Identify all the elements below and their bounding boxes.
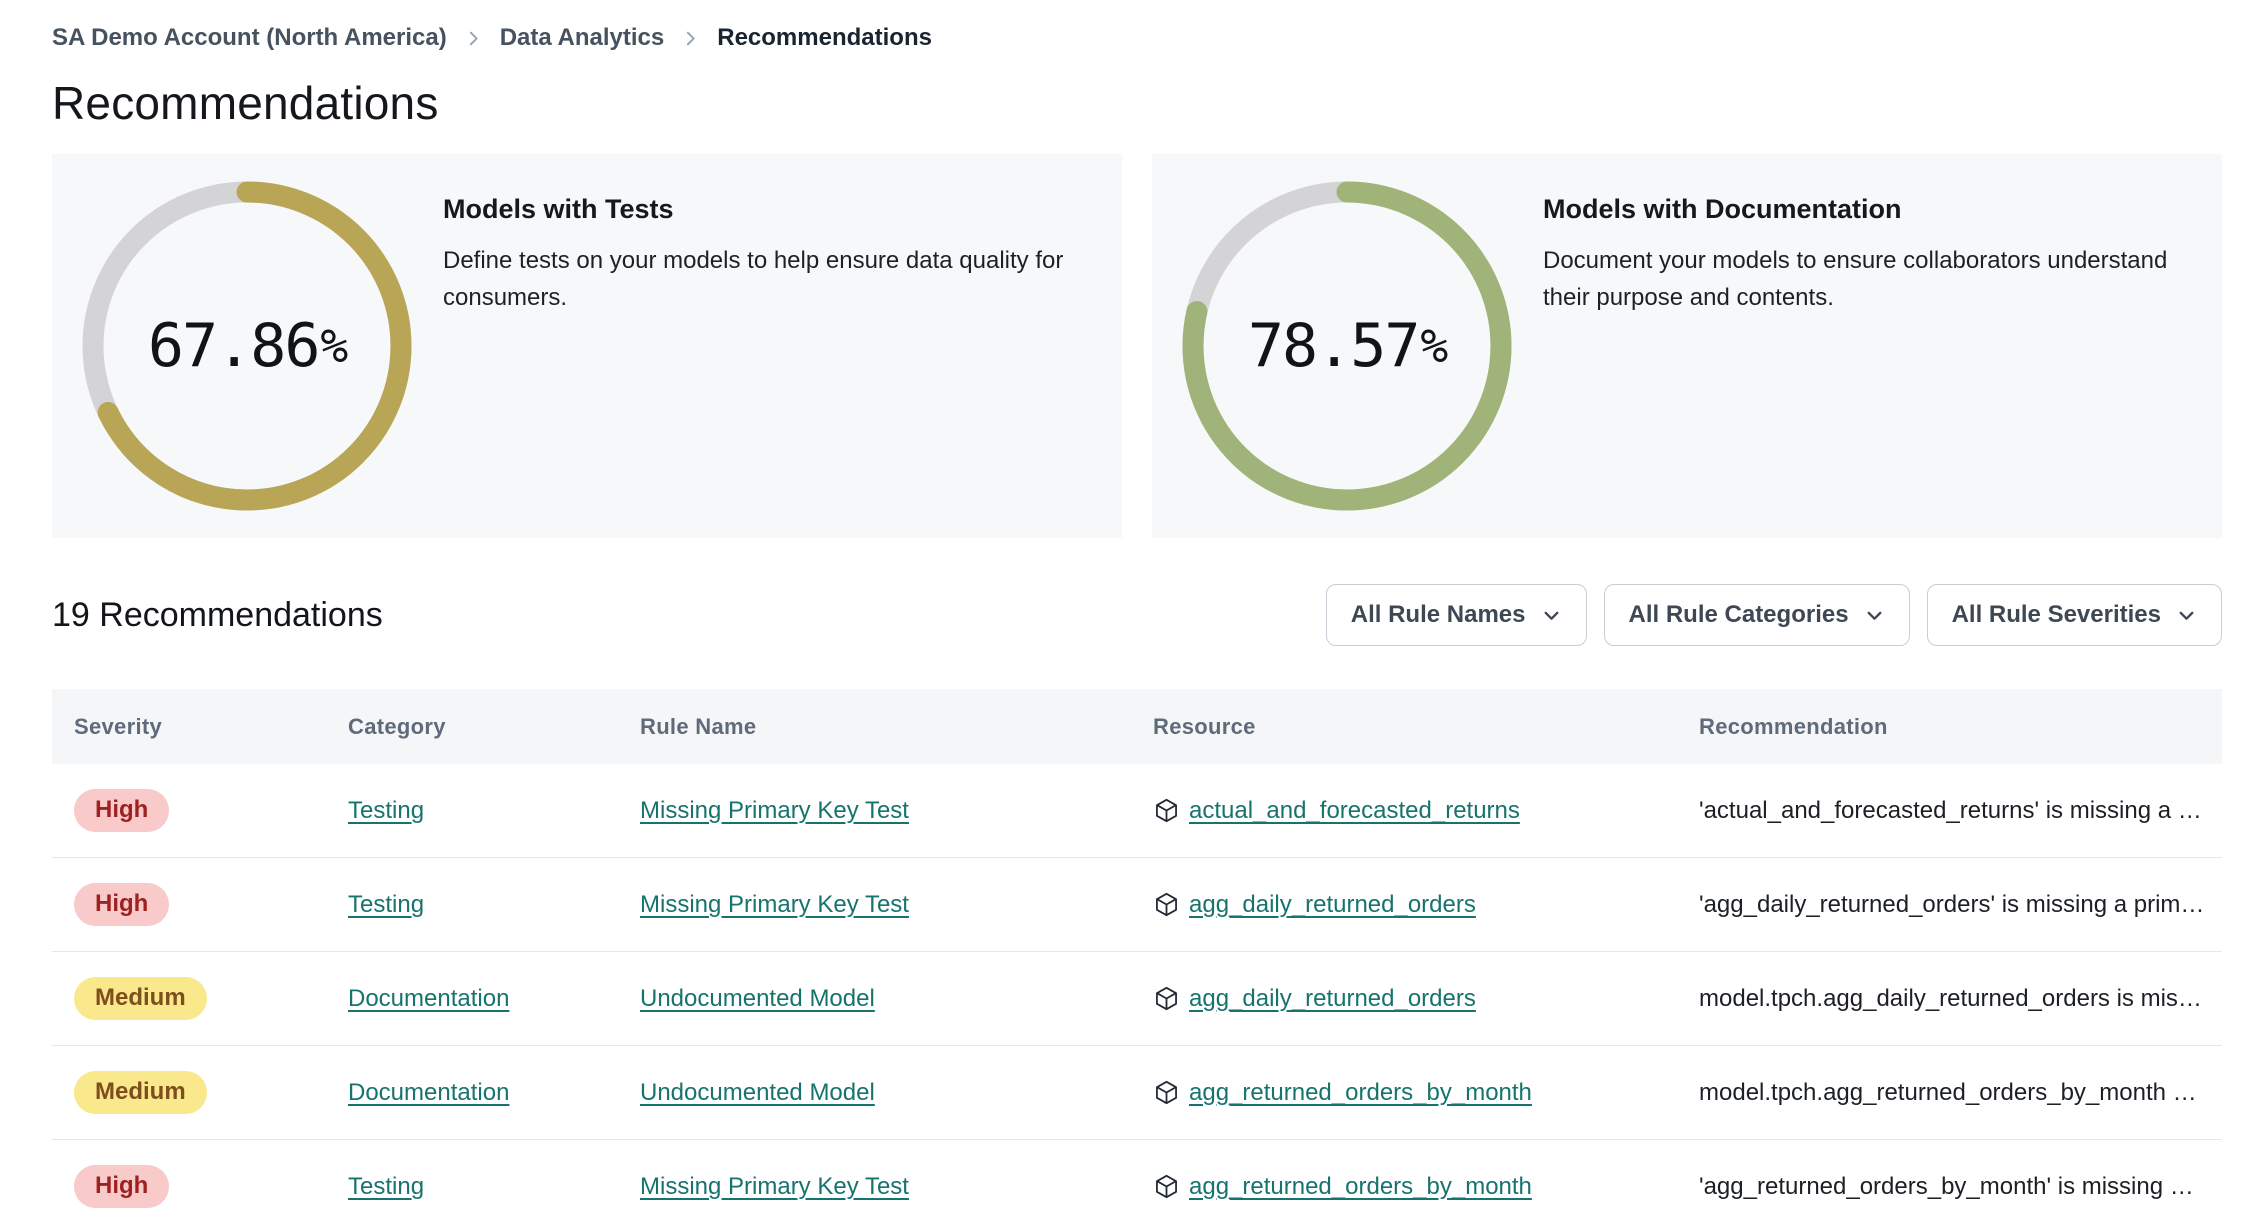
column-header-resource: Resource xyxy=(1153,713,1256,739)
rule-names-filter-dropdown[interactable]: All Rule Names xyxy=(1325,584,1587,646)
metric-card-models-with-documentation: 78.57% Models with Documentation Documen… xyxy=(1152,154,2222,538)
recommendation-text: 'actual_and_forecasted_returns' is missi… xyxy=(1699,796,2202,824)
resource-link[interactable]: agg_returned_orders_by_month xyxy=(1189,1173,1532,1201)
category-link[interactable]: Documentation xyxy=(348,1079,509,1106)
table-header-row: Severity Category Rule Name Resource Rec… xyxy=(52,689,2222,764)
severity-badge: Medium xyxy=(74,977,207,1020)
breadcrumb-item-account[interactable]: SA Demo Account (North America) xyxy=(52,24,447,52)
category-link[interactable]: Testing xyxy=(348,797,424,824)
table-row: High Testing Missing Primary Key Test ag… xyxy=(52,858,2222,952)
severity-badge: High xyxy=(74,883,170,926)
documentation-donut-chart: 78.57% xyxy=(1182,181,1512,511)
model-cube-icon xyxy=(1153,891,1180,918)
chevron-right-icon xyxy=(682,30,699,47)
severity-badge: High xyxy=(74,1165,170,1208)
rule-categories-filter-dropdown[interactable]: All Rule Categories xyxy=(1603,584,1910,646)
model-cube-icon xyxy=(1153,797,1180,824)
chevron-down-icon xyxy=(2176,605,2197,626)
chevron-right-icon xyxy=(465,30,482,47)
category-link[interactable]: Documentation xyxy=(348,985,509,1012)
card-title: Models with Tests xyxy=(443,194,674,224)
recommendations-table: Severity Category Rule Name Resource Rec… xyxy=(52,689,2222,1220)
chevron-down-icon xyxy=(1864,605,1885,626)
chevron-down-icon xyxy=(1541,605,1562,626)
filter-bar: All Rule Names All Rule Categories All R… xyxy=(1325,584,2222,646)
tests-donut-chart: 67.86% xyxy=(82,181,412,511)
model-cube-icon xyxy=(1153,1173,1180,1200)
table-row: High Testing Missing Primary Key Test ac… xyxy=(52,764,2222,858)
category-link[interactable]: Testing xyxy=(348,891,424,918)
rule-severities-filter-dropdown[interactable]: All Rule Severities xyxy=(1926,584,2222,646)
card-description: Document your models to ensure collabora… xyxy=(1543,247,2168,311)
resource-link[interactable]: actual_and_forecasted_returns xyxy=(1189,797,1520,825)
column-header-severity: Severity xyxy=(74,713,163,739)
table-row: Medium Documentation Undocumented Model … xyxy=(52,1046,2222,1140)
column-header-category: Category xyxy=(348,713,446,739)
recommendation-text: model.tpch.agg_daily_returned_orders is … xyxy=(1699,984,2202,1012)
documentation-percentage: 78.57% xyxy=(1247,311,1448,381)
rule-name-link[interactable]: Undocumented Model xyxy=(640,985,875,1012)
severity-badge: Medium xyxy=(74,1071,207,1114)
model-cube-icon xyxy=(1153,1079,1180,1106)
recommendations-count: 19 Recommendations xyxy=(52,595,383,634)
resource-link[interactable]: agg_returned_orders_by_month xyxy=(1189,1079,1532,1107)
tests-percentage: 67.86% xyxy=(147,311,348,381)
recommendations-page: SA Demo Account (North America) Data Ana… xyxy=(0,0,2248,1220)
metric-card-models-with-tests: 67.86% Models with Tests Define tests on… xyxy=(52,154,1122,538)
rule-name-link[interactable]: Missing Primary Key Test xyxy=(640,797,909,824)
table-row: Medium Documentation Undocumented Model … xyxy=(52,952,2222,1046)
card-title: Models with Documentation xyxy=(1543,194,1902,224)
category-link[interactable]: Testing xyxy=(348,1173,424,1200)
breadcrumb-item-current: Recommendations xyxy=(717,24,932,51)
model-cube-icon xyxy=(1153,985,1180,1012)
recommendation-text: 'agg_returned_orders_by_month' is missin… xyxy=(1699,1172,2194,1200)
recommendation-text: model.tpch.agg_returned_orders_by_month … xyxy=(1699,1078,2197,1106)
severity-badge: High xyxy=(74,789,170,832)
column-header-recommendation: Recommendation xyxy=(1699,713,1888,739)
rule-name-link[interactable]: Undocumented Model xyxy=(640,1079,875,1106)
recommendation-text: 'agg_daily_returned_orders' is missing a… xyxy=(1699,890,2205,918)
resource-link[interactable]: agg_daily_returned_orders xyxy=(1189,985,1476,1013)
rule-name-link[interactable]: Missing Primary Key Test xyxy=(640,1173,909,1200)
page-title: Recommendations xyxy=(52,77,439,129)
resource-link[interactable]: agg_daily_returned_orders xyxy=(1189,891,1476,919)
column-header-rule-name: Rule Name xyxy=(640,713,757,739)
rule-name-link[interactable]: Missing Primary Key Test xyxy=(640,891,909,918)
metric-cards: 67.86% Models with Tests Define tests on… xyxy=(52,154,2222,538)
card-description: Define tests on your models to help ensu… xyxy=(443,247,1064,311)
breadcrumb-item-project[interactable]: Data Analytics xyxy=(500,24,665,52)
table-row: High Testing Missing Primary Key Test ag… xyxy=(52,1140,2222,1220)
breadcrumb: SA Demo Account (North America) Data Ana… xyxy=(52,0,2222,52)
